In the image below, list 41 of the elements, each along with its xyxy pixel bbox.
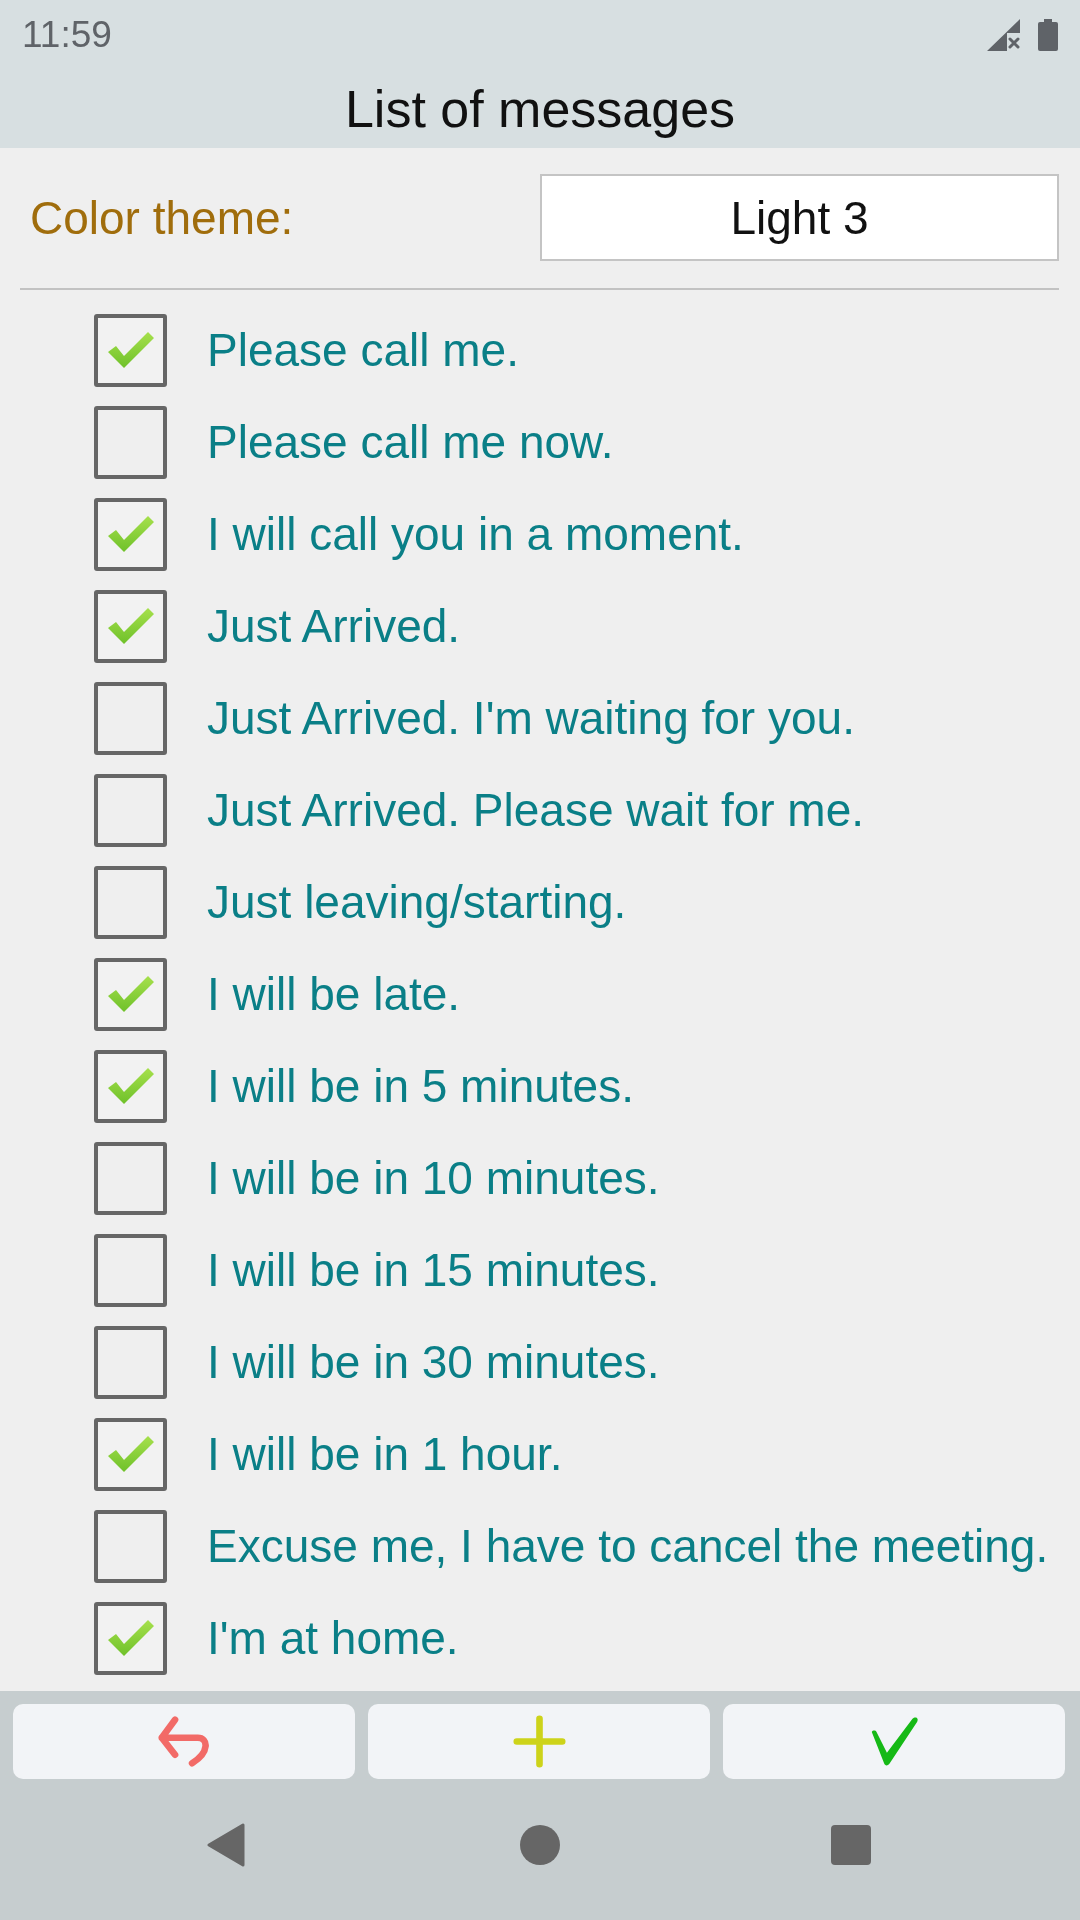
screen-title: List of messages [344, 79, 736, 139]
message-text: I will be in 1 hour. [207, 1427, 563, 1481]
checkbox[interactable] [94, 497, 167, 571]
message-text: I will be late. [207, 967, 461, 1021]
theme-label: Color theme: [30, 190, 294, 245]
checkbox[interactable] [94, 1141, 167, 1215]
message-text: I'm at home. [207, 1611, 459, 1665]
checkbox[interactable] [94, 313, 167, 387]
checkbox[interactable] [94, 865, 167, 939]
checkbox[interactable] [94, 1325, 167, 1399]
message-text: I will call you in a moment. [207, 507, 744, 561]
plus-icon [512, 1715, 566, 1768]
theme-field[interactable]: Light 3 [540, 174, 1059, 261]
checkbox[interactable] [94, 681, 167, 755]
home-icon[interactable] [520, 1825, 560, 1865]
message-text: Just Arrived. [207, 599, 461, 653]
checkbox[interactable] [94, 405, 167, 479]
status-time: 11:59 [22, 14, 112, 56]
message-text: Please call me now. [207, 415, 614, 469]
undo-icon [157, 1715, 211, 1768]
checkbox[interactable] [94, 1233, 167, 1307]
undo-button[interactable] [13, 1704, 355, 1779]
checkbox[interactable] [94, 1509, 167, 1583]
battery-icon [1038, 19, 1058, 51]
checkbox[interactable] [94, 589, 167, 663]
message-text: I will be in 10 minutes. [207, 1151, 660, 1205]
checkbox[interactable] [94, 1601, 167, 1675]
back-icon[interactable] [207, 1823, 245, 1867]
message-text: I will be in 30 minutes. [207, 1335, 660, 1389]
message-text: Excuse me, I have to cancel the meeting. [207, 1519, 1049, 1573]
message-text: Just Arrived. I'm waiting for you. [207, 691, 855, 745]
checkbox[interactable] [94, 773, 167, 847]
message-text: Just Arrived. Please wait for me. [207, 783, 865, 837]
message-text: Just leaving/starting. [207, 875, 627, 929]
message-text: I will be in 15 minutes. [207, 1243, 660, 1297]
checkbox[interactable] [94, 1049, 167, 1123]
checkbox[interactable] [94, 957, 167, 1031]
message-text: Please call me. [207, 323, 519, 377]
message-text: I will be in 5 minutes. [207, 1059, 634, 1113]
checkbox[interactable] [94, 1417, 167, 1491]
no-signal-icon [987, 19, 1020, 51]
